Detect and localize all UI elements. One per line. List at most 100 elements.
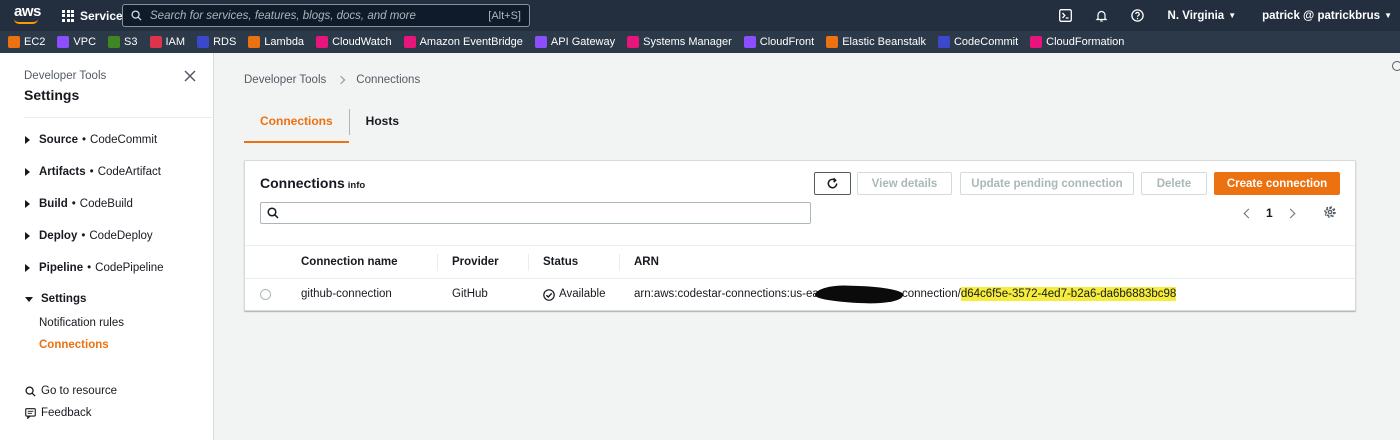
- favorite-item[interactable]: API Gateway: [534, 36, 616, 48]
- favorite-item[interactable]: Systems Manager: [627, 36, 732, 48]
- section-service: CodeBuild: [79, 198, 133, 210]
- favorite-item[interactable]: VPC: [57, 36, 96, 48]
- search-icon: [267, 207, 279, 219]
- section-name: Deploy: [39, 230, 78, 242]
- sidebar-section-settings[interactable]: Settings: [25, 293, 90, 305]
- connections-panel: Connections Info View details Update pend…: [244, 160, 1356, 311]
- delete-button[interactable]: Delete: [1141, 172, 1207, 195]
- favorite-item[interactable]: Amazon EventBridge: [403, 36, 523, 48]
- favorite-item[interactable]: RDS: [197, 36, 236, 48]
- favorite-label: API Gateway: [550, 36, 616, 48]
- region-selector[interactable]: N. Virginia ▼: [1168, 10, 1237, 22]
- breadcrumb: Developer Tools Connections: [244, 74, 420, 86]
- search-placeholder: Search for services, features, blogs, do…: [150, 9, 416, 22]
- column-header-connection-name[interactable]: Connection name: [301, 246, 397, 278]
- filter-field[interactable]: [260, 202, 811, 224]
- refresh-button[interactable]: [814, 172, 851, 195]
- info-circle-icon[interactable]: [1392, 61, 1400, 71]
- help-icon[interactable]: [1131, 9, 1145, 23]
- arn-mid: connection/: [902, 288, 961, 300]
- feedback-label: Feedback: [41, 407, 92, 419]
- account-label: patrick @ patrickbrus: [1262, 9, 1381, 22]
- sidebar-link-connections[interactable]: Connections: [39, 339, 109, 351]
- breadcrumb-developer-tools[interactable]: Developer Tools: [244, 74, 326, 86]
- panel-title-text: Connections: [260, 175, 345, 191]
- sidebar-section-build[interactable]: Build • CodeBuild: [25, 198, 133, 210]
- filter-input[interactable]: [285, 204, 810, 222]
- top-navigation: aws Services Search for services, featur…: [0, 0, 1400, 31]
- favorite-item[interactable]: EC2: [8, 36, 45, 48]
- page-number[interactable]: 1: [1266, 206, 1273, 220]
- chevron-left-icon[interactable]: [1243, 208, 1254, 218]
- cloudshell-icon[interactable]: [1059, 9, 1073, 23]
- sidebar-link-notification-rules[interactable]: Notification rules: [39, 317, 124, 329]
- favorite-item[interactable]: IAM: [149, 36, 186, 48]
- update-pending-connection-button[interactable]: Update pending connection: [960, 172, 1134, 195]
- favorite-item[interactable]: CodeCommit: [937, 36, 1019, 48]
- view-details-button[interactable]: View details: [857, 172, 952, 195]
- row-select-radio[interactable]: [260, 289, 271, 300]
- favorite-label: CodeCommit: [953, 36, 1019, 48]
- feedback-icon: [25, 407, 36, 419]
- create-connection-button[interactable]: Create connection: [1214, 172, 1340, 195]
- sidebar-section-pipeline[interactable]: Pipeline • CodePipeline: [25, 262, 164, 274]
- favorite-item[interactable]: Elastic Beanstalk: [826, 36, 926, 48]
- arn-cell-suffix: connection/d64c6f5e-3572-4ed7-b2a6-da6b6…: [902, 279, 1177, 310]
- service-icon: [403, 36, 416, 48]
- feedback-link[interactable]: Feedback: [25, 407, 92, 419]
- sidebar-section-artifacts[interactable]: Artifacts • CodeArtifact: [25, 166, 161, 178]
- service-icon: [743, 36, 756, 48]
- tab-connections[interactable]: Connections: [244, 107, 349, 143]
- tab-hosts[interactable]: Hosts: [350, 107, 415, 143]
- side-navigation: Developer Tools Settings Source • CodeCo…: [0, 53, 214, 440]
- service-icon: [826, 36, 839, 48]
- service-icon: [248, 36, 261, 48]
- sidebar-section-deploy[interactable]: Deploy • CodeDeploy: [25, 230, 153, 242]
- sidebar-section-source[interactable]: Source • CodeCommit: [25, 134, 157, 146]
- favorite-item[interactable]: CloudFormation: [1030, 36, 1124, 48]
- favorite-label: CloudFront: [759, 36, 815, 48]
- account-menu[interactable]: patrick @ patrickbrus ▼: [1262, 10, 1392, 22]
- bell-icon[interactable]: [1095, 9, 1109, 23]
- services-menu-button[interactable]: Services: [62, 0, 129, 31]
- section-service: CodeCommit: [90, 134, 158, 146]
- section-bullet: •: [71, 198, 76, 210]
- column-divider: [528, 254, 529, 271]
- sidebar-subtitle[interactable]: Developer Tools: [24, 70, 106, 82]
- caret-right-icon: [25, 168, 30, 176]
- sidebar-title: Settings: [24, 87, 80, 103]
- favorite-item[interactable]: Lambda: [248, 36, 304, 48]
- panel-title: Connections Info: [260, 175, 365, 191]
- favorite-label: Systems Manager: [643, 36, 732, 48]
- favorite-item[interactable]: S3: [108, 36, 138, 48]
- grid-icon: [62, 9, 74, 22]
- info-link[interactable]: Info: [348, 180, 365, 191]
- aws-smile-icon: [14, 19, 38, 24]
- favorite-item[interactable]: CloudWatch: [316, 36, 392, 48]
- favorite-label: VPC: [73, 36, 97, 48]
- section-name: Build: [39, 198, 68, 210]
- section-bullet: •: [89, 166, 94, 178]
- search-shortcut: [Alt+S]: [488, 9, 521, 22]
- table-row[interactable]: github-connection GitHub Available arn:a…: [245, 279, 1355, 310]
- go-to-resource-link[interactable]: Go to resource: [25, 385, 117, 397]
- column-divider: [437, 254, 438, 271]
- service-icon: [1030, 36, 1043, 48]
- favorite-item[interactable]: CloudFront: [743, 36, 815, 48]
- refresh-icon: [827, 177, 838, 189]
- region-label: N. Virginia: [1167, 9, 1225, 22]
- table-header: Connection name Provider Status ARN: [245, 245, 1355, 279]
- search-icon: [131, 10, 142, 21]
- global-search-input[interactable]: Search for services, features, blogs, do…: [122, 4, 530, 27]
- nav-right-group: N. Virginia ▼ patrick @ patrickbrus ▼: [1048, 0, 1400, 31]
- column-header-arn[interactable]: ARN: [634, 246, 659, 278]
- gear-icon[interactable]: [1323, 205, 1337, 219]
- close-icon[interactable]: [184, 70, 196, 82]
- favorite-label: IAM: [165, 36, 186, 48]
- chevron-right-icon[interactable]: [1285, 208, 1296, 218]
- column-header-status[interactable]: Status: [543, 246, 578, 278]
- service-icon: [197, 36, 210, 48]
- caret-right-icon: [25, 264, 30, 272]
- aws-logo[interactable]: aws: [8, 0, 54, 31]
- column-header-provider[interactable]: Provider: [452, 246, 499, 278]
